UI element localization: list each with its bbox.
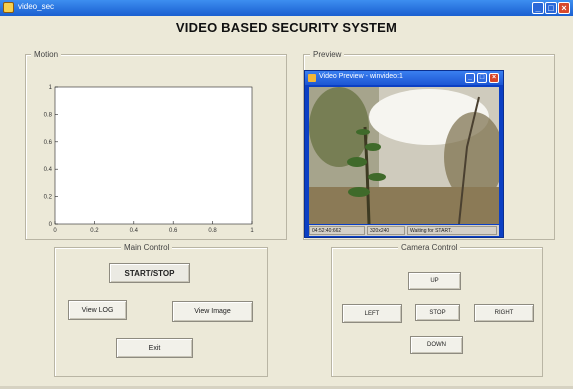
y-tick-label: 1 xyxy=(49,85,53,91)
camera-up-button[interactable]: UP xyxy=(408,272,461,290)
y-tick-label: 0 xyxy=(49,222,53,228)
maximize-icon[interactable]: □ xyxy=(477,73,487,83)
camera-control-label: Camera Control xyxy=(398,242,461,253)
video-status-bar: 04:52:40:662 320x240 Waiting for START. xyxy=(309,225,499,236)
close-icon[interactable]: × xyxy=(558,2,570,14)
y-tick-label: 0.6 xyxy=(44,140,53,146)
x-tick-label: 0.6 xyxy=(169,228,178,234)
preview-panel-label: Preview xyxy=(310,49,345,60)
minimize-icon[interactable]: _ xyxy=(465,73,475,83)
motion-panel-label: Motion xyxy=(31,49,62,60)
x-tick-label: 1 xyxy=(250,228,254,234)
video-icon xyxy=(308,74,316,82)
video-frame xyxy=(309,87,499,224)
matlab-figure-icon xyxy=(3,2,14,13)
video-frame-image xyxy=(309,87,499,224)
x-tick-label: 0.8 xyxy=(208,228,217,234)
minimize-icon[interactable]: _ xyxy=(532,2,544,14)
video-preview-titlebar[interactable]: Video Preview - winvideo:1 _ □ × xyxy=(305,71,503,85)
video-preview-title: Video Preview - winvideo:1 xyxy=(319,73,403,80)
maximize-icon[interactable]: □ xyxy=(545,2,557,14)
video-timestamp: 04:52:40:662 xyxy=(309,226,365,235)
x-tick-label: 0.2 xyxy=(90,228,99,234)
main-control-label: Main Control xyxy=(121,242,173,253)
window-titlebar[interactable]: video_sec _ □ × xyxy=(0,0,573,16)
camera-right-button[interactable]: RIGHT xyxy=(474,304,534,322)
video-preview-window[interactable]: Video Preview - winvideo:1 _ □ × 04:52:4… xyxy=(304,70,504,238)
x-tick-label: 0 xyxy=(53,228,57,234)
view-image-button[interactable]: View Image xyxy=(172,301,253,322)
motion-plot: 0 0.2 0.4 0.6 0.8 1 0 0.2 0.4 0.6 0.8 1 xyxy=(44,85,255,234)
start-stop-button[interactable]: START/STOP xyxy=(109,263,190,283)
exit-button[interactable]: Exit xyxy=(116,338,193,358)
x-tick-label: 0.4 xyxy=(130,228,139,234)
y-tick-label: 0.8 xyxy=(44,112,53,118)
y-tick-label: 0.4 xyxy=(44,167,53,173)
camera-down-button[interactable]: DOWN xyxy=(410,336,463,354)
video-status-text: Waiting for START. xyxy=(407,226,497,235)
view-log-button[interactable]: View LOG xyxy=(68,300,127,320)
close-icon[interactable]: × xyxy=(489,73,499,83)
video-resolution: 320x240 xyxy=(367,226,405,235)
camera-left-button[interactable]: LEFT xyxy=(342,304,402,323)
page-title: VIDEO BASED SECURITY SYSTEM xyxy=(175,20,398,35)
plot-area xyxy=(54,86,253,225)
y-tick-label: 0.2 xyxy=(44,195,53,201)
window-title: video_sec xyxy=(18,2,55,11)
camera-stop-button[interactable]: STOP xyxy=(415,304,460,321)
